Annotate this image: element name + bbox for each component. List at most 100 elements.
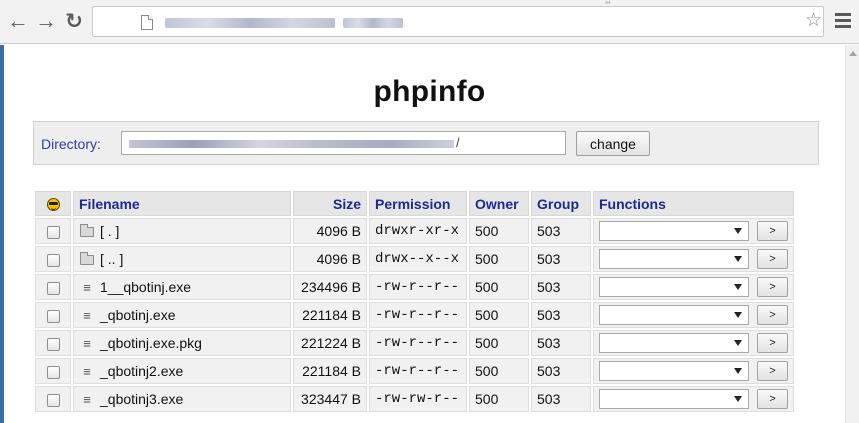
- filename-link[interactable]: [ .. ]: [100, 251, 123, 267]
- dropdown-arrow-icon: [734, 340, 742, 346]
- function-select[interactable]: [599, 389, 749, 409]
- table-row: [ . ] 4096 B drwxr-xr-x 500 503 >: [35, 218, 794, 244]
- address-bar[interactable]: [92, 6, 824, 37]
- table-header-row: Filename Size Permission Owner Group Fun…: [35, 191, 794, 216]
- filename-cell[interactable]: ≡ 1__qbotinj.exe: [73, 274, 291, 300]
- row-checkbox[interactable]: [46, 337, 60, 351]
- dropdown-arrow-icon: [734, 284, 742, 290]
- reload-icon[interactable]: ↻: [62, 9, 86, 33]
- owner-cell: 500: [469, 358, 529, 384]
- filename-cell[interactable]: ≡ _qbotinj2.exe: [73, 358, 291, 384]
- permission-cell[interactable]: -rw-r--r--: [369, 358, 467, 384]
- forward-arrow-icon[interactable]: →: [34, 8, 58, 33]
- page-title: phpinfo: [373, 75, 486, 108]
- go-button[interactable]: >: [757, 305, 788, 325]
- permission-cell[interactable]: -rw-r--r--: [369, 302, 467, 328]
- function-select[interactable]: [599, 361, 749, 381]
- file-icon: ≡: [83, 280, 91, 295]
- go-button[interactable]: >: [757, 333, 788, 353]
- group-cell: 503: [531, 386, 591, 412]
- change-button[interactable]: change: [576, 131, 650, 156]
- row-checkbox[interactable]: [46, 253, 60, 267]
- file-icon: ≡: [83, 336, 91, 351]
- select-all-header[interactable]: [35, 191, 71, 216]
- owner-cell: 500: [469, 218, 529, 244]
- go-button[interactable]: >: [757, 249, 788, 269]
- folder-icon: [79, 252, 95, 267]
- row-checkbox[interactable]: [46, 393, 60, 407]
- go-button[interactable]: >: [757, 361, 788, 381]
- function-select[interactable]: [599, 221, 749, 241]
- filename-cell[interactable]: ≡ _qbotinj.exe: [73, 302, 291, 328]
- owner-cell: 500: [469, 246, 529, 272]
- redacted-url-part: [343, 18, 403, 28]
- size-header[interactable]: Size: [293, 191, 367, 216]
- filename-link[interactable]: [ . ]: [100, 223, 119, 239]
- owner-header[interactable]: Owner: [469, 191, 529, 216]
- function-select[interactable]: [599, 333, 749, 353]
- permission-cell[interactable]: drwxr-xr-x: [369, 218, 467, 244]
- row-checkbox-cell: [35, 218, 71, 244]
- function-select[interactable]: [599, 305, 749, 325]
- functions-cell: >: [593, 302, 794, 328]
- owner-cell: 500: [469, 302, 529, 328]
- filename-link[interactable]: _qbotinj.exe: [100, 307, 176, 323]
- page-icon: [141, 15, 153, 30]
- directory-panel: Directory: / change: [33, 121, 819, 165]
- function-select[interactable]: [599, 249, 749, 269]
- permission-cell[interactable]: -rw-r--r--: [369, 330, 467, 356]
- filename-cell[interactable]: [ .. ]: [73, 246, 291, 272]
- functions-header: Functions: [593, 191, 794, 216]
- size-cell: 221184 B: [293, 302, 367, 328]
- filename-link[interactable]: _qbotinj2.exe: [100, 363, 183, 379]
- row-checkbox[interactable]: [46, 309, 60, 323]
- directory-input[interactable]: /: [121, 131, 566, 155]
- row-checkbox[interactable]: [46, 365, 60, 379]
- scroll-up-arrow-icon[interactable]: [849, 51, 857, 56]
- filename-cell[interactable]: ≡ _qbotinj3.exe: [73, 386, 291, 412]
- group-cell: 503: [531, 274, 591, 300]
- filename-link[interactable]: _qbotinj3.exe: [100, 391, 183, 407]
- group-cell: 503: [531, 330, 591, 356]
- table-row: ≡ _qbotinj.exe 221184 B -rw-r--r-- 500 50…: [35, 302, 794, 328]
- permission-cell[interactable]: drwx--x--x: [369, 246, 467, 272]
- smiley-icon[interactable]: [46, 198, 60, 212]
- directory-label: Directory:: [41, 136, 101, 152]
- go-button[interactable]: >: [757, 389, 788, 409]
- back-arrow-icon[interactable]: ←: [6, 8, 30, 33]
- filename-link[interactable]: 1__qbotinj.exe: [100, 279, 191, 295]
- row-checkbox[interactable]: [46, 225, 60, 239]
- functions-cell: >: [593, 246, 794, 272]
- file-icon: ≡: [83, 308, 91, 323]
- functions-cell: >: [593, 274, 794, 300]
- permission-cell[interactable]: -rw-r--r--: [369, 274, 467, 300]
- permission-cell[interactable]: -rw-rw-r--: [369, 386, 467, 412]
- table-row: ≡ _qbotinj.exe.pkg 221224 B -rw-r--r-- 50…: [35, 330, 794, 356]
- filename-cell[interactable]: [ . ]: [73, 218, 291, 244]
- function-select[interactable]: [599, 277, 749, 297]
- functions-cell: >: [593, 386, 794, 412]
- row-checkbox-cell: [35, 302, 71, 328]
- directory-path-suffix: /: [456, 135, 460, 150]
- group-header[interactable]: Group: [531, 191, 591, 216]
- go-button[interactable]: >: [757, 221, 788, 241]
- hamburger-menu-icon[interactable]: [835, 13, 851, 31]
- row-checkbox-cell: [35, 246, 71, 272]
- filename-link[interactable]: _qbotinj.exe.pkg: [100, 335, 202, 351]
- row-checkbox-cell: [35, 330, 71, 356]
- filename-header[interactable]: Filename: [73, 191, 291, 216]
- functions-cell: >: [593, 330, 794, 356]
- filename-cell[interactable]: ≡ _qbotinj.exe.pkg: [73, 330, 291, 356]
- owner-cell: 500: [469, 330, 529, 356]
- redacted-directory-path: [129, 140, 454, 148]
- size-cell: 221184 B: [293, 358, 367, 384]
- group-cell: 503: [531, 302, 591, 328]
- row-checkbox[interactable]: [46, 281, 60, 295]
- bookmark-star-icon[interactable]: ☆: [805, 11, 822, 30]
- size-cell: 4096 B: [293, 218, 367, 244]
- functions-cell: >: [593, 358, 794, 384]
- dropdown-arrow-icon: [734, 396, 742, 402]
- row-checkbox-cell: [35, 386, 71, 412]
- permission-header[interactable]: Permission: [369, 191, 467, 216]
- go-button[interactable]: >: [757, 277, 788, 297]
